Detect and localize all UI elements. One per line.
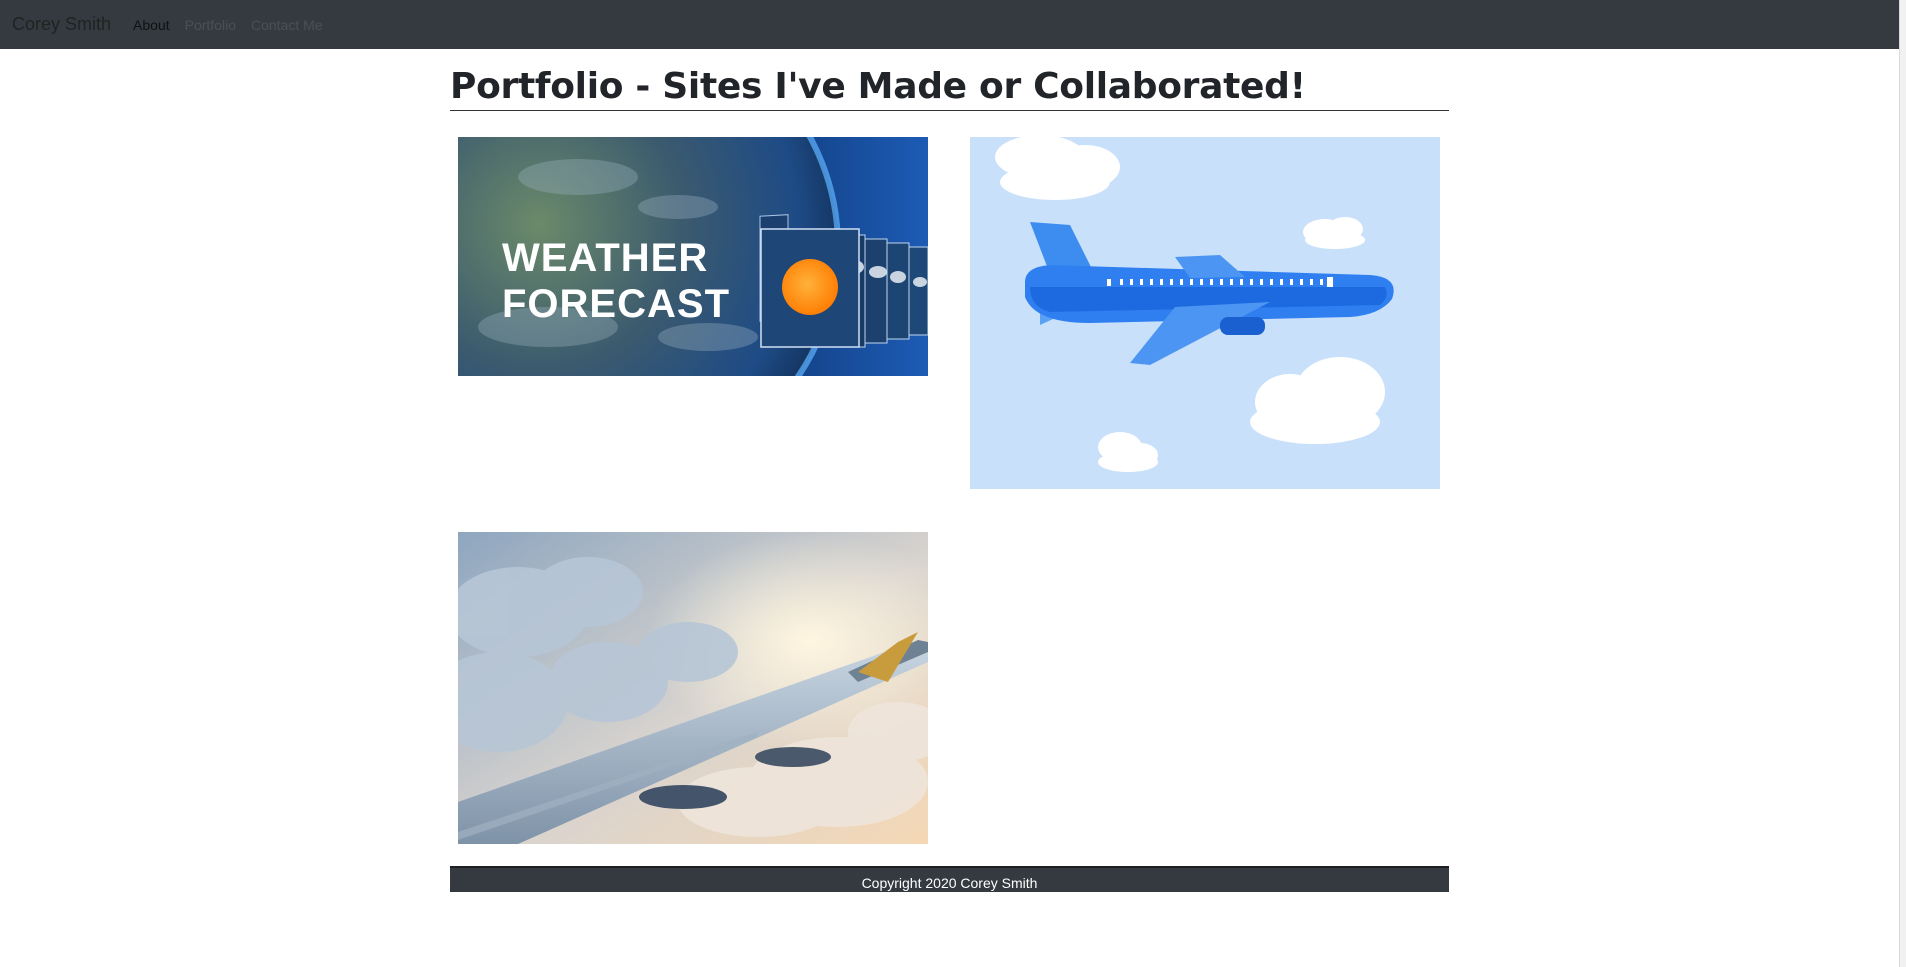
airplane-wing-photo [458, 532, 928, 844]
scrollbar[interactable] [1899, 0, 1906, 967]
weather-title-line2: FORECAST [502, 282, 730, 326]
nav-link-contact[interactable]: Contact Me [251, 17, 323, 33]
project-card-wing[interactable] [458, 532, 928, 844]
brand-link[interactable]: Corey Smith [12, 14, 111, 35]
nav-link-portfolio[interactable]: Portfolio [185, 17, 236, 33]
main-container: Portfolio - Sites I've Made or Collabora… [450, 49, 1449, 111]
airplane-illustration [970, 137, 1440, 489]
project-card-airplane[interactable] [970, 137, 1440, 489]
footer: Copyright 2020 Corey Smith [450, 866, 1449, 892]
nav-links: About Portfolio Contact Me [133, 17, 323, 33]
project-card-weather[interactable]: WEATHER FORECAST [458, 137, 928, 376]
top-navbar: Corey Smith About Portfolio Contact Me [0, 0, 1900, 49]
weather-forecast-image: WEATHER FORECAST [458, 137, 928, 376]
weather-title-line1: WEATHER [502, 236, 708, 280]
page-title: Portfolio - Sites I've Made or Collabora… [450, 66, 1449, 111]
nav-link-about[interactable]: About [133, 17, 170, 33]
